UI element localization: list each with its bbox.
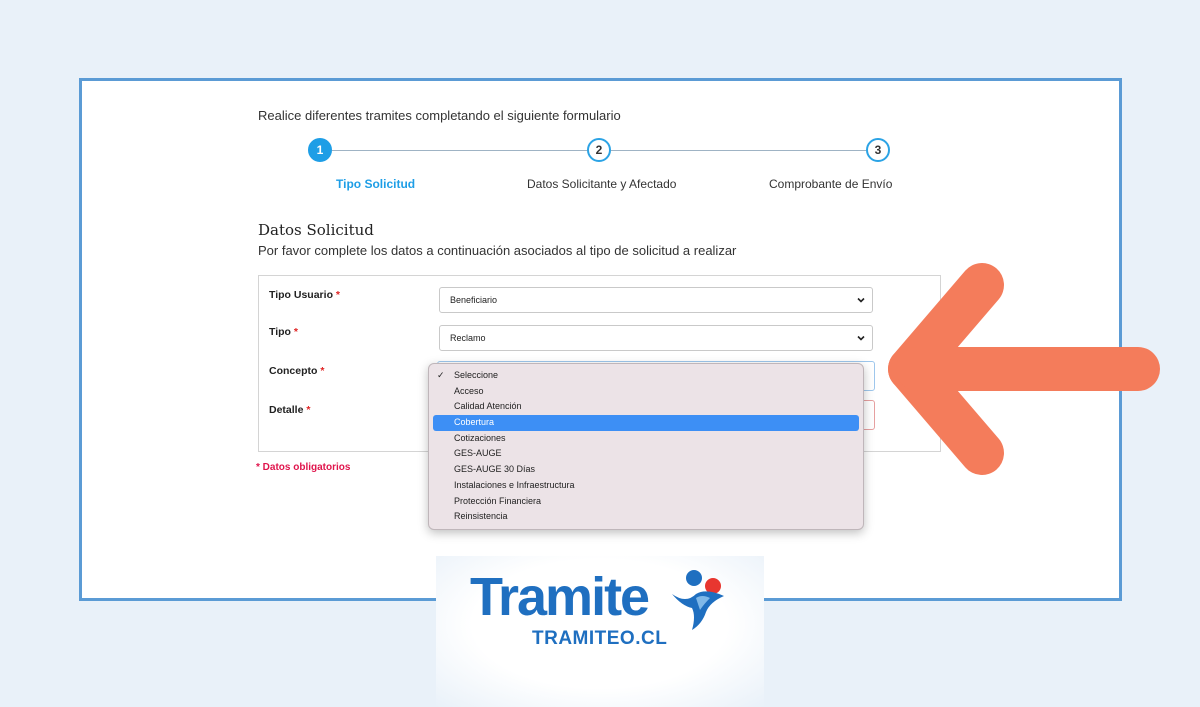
dropdown-option-instalaciones[interactable]: Instalaciones e Infraestructura [433,478,859,494]
intro-text: Realice diferentes tramites completando … [258,108,621,123]
required-marker: * [306,404,311,416]
step-1-circle[interactable]: 1 [308,138,332,162]
checkmark-icon: ✓ [437,370,445,380]
step-2-circle[interactable]: 2 [587,138,611,162]
step-3-circle[interactable]: 3 [866,138,890,162]
section-title: Datos Solicitud [258,221,374,239]
tipo-usuario-select[interactable]: Beneficiario [439,287,873,313]
required-marker: * [320,365,325,377]
dropdown-option-cobertura[interactable]: Cobertura [433,415,859,431]
people-figure-icon [672,570,724,630]
step-3-label: Comprobante de Envío [769,177,893,191]
dropdown-option-reinsistencia[interactable]: Reinsistencia [433,509,859,525]
mandatory-note: * Datos obligatorios [256,462,351,473]
dropdown-option-acceso[interactable]: Acceso [433,384,859,400]
chevron-down-icon [857,297,865,303]
concepto-dropdown-list[interactable]: ✓ Seleccione Acceso Calidad Atención Cob… [428,363,864,530]
stepper-line [332,150,589,151]
step-2-label: Datos Solicitante y Afectado [527,177,677,191]
detalle-label: Detalle * [269,404,311,416]
section-subtitle: Por favor complete los datos a continuac… [258,243,737,258]
required-marker: * [293,326,298,338]
tipo-usuario-label: Tipo Usuario * [269,289,340,301]
tipo-select[interactable]: Reclamo [439,325,873,351]
stepper-line [611,150,868,151]
logo-wordmark: Tramite [470,567,650,627]
required-marker: * [335,289,340,301]
step-1-label: Tipo Solicitud [336,177,416,191]
tipo-label: Tipo * [269,326,298,338]
dropdown-option-ges-auge[interactable]: GES-AUGE [433,446,859,462]
dropdown-option-ges-auge-30-dias[interactable]: GES-AUGE 30 Días [433,462,859,478]
logo-domain: TRAMITEO.CL [532,628,668,649]
concepto-label: Concepto * [269,365,325,377]
dropdown-option-cotizaciones[interactable]: Cotizaciones [433,431,859,447]
chevron-down-icon [857,335,865,341]
brand-logo: Tramite TRAMITEO.CL [436,556,764,707]
dropdown-option-proteccion-financiera[interactable]: Protección Financiera [433,494,859,510]
dropdown-option-seleccione[interactable]: ✓ Seleccione [433,368,859,384]
dropdown-option-calidad-atencion[interactable]: Calidad Atención [433,399,859,415]
left-arrow-icon [888,263,1160,475]
